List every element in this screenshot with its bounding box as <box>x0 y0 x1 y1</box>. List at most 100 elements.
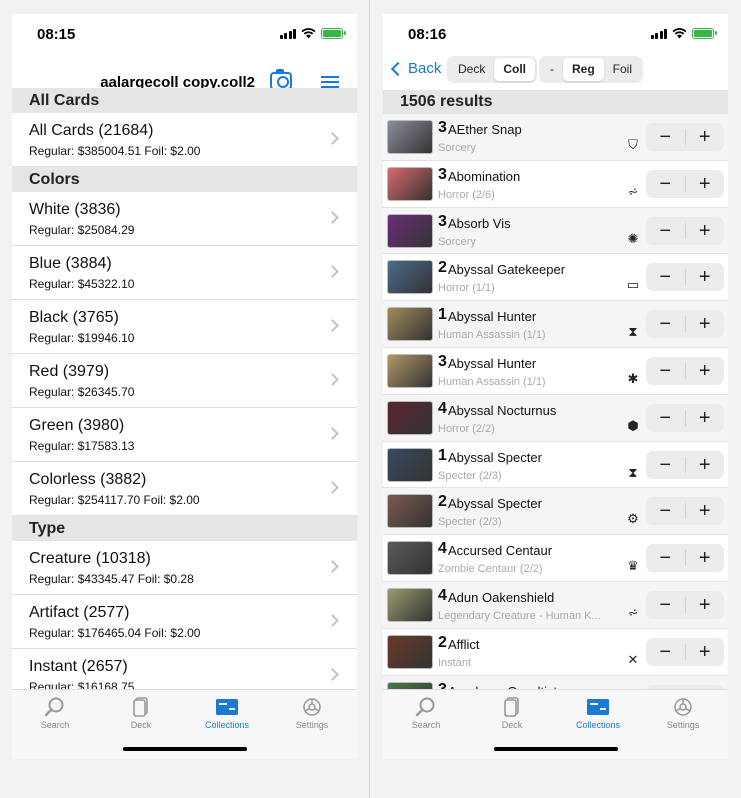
list-item[interactable]: Black (3765) Regular: $19946.10 <box>12 300 357 354</box>
tab-label: Deck <box>501 720 523 730</box>
decrement-button[interactable]: − <box>646 357 685 385</box>
quantity-stepper[interactable]: −+ <box>646 123 724 151</box>
card-row[interactable]: 1 Abyssal Hunter Human Assassin (1/1) ⧗ − + <box>383 301 728 348</box>
list-item[interactable]: Blue (3884) Regular: $45322.10 <box>12 246 357 300</box>
card-row[interactable]: 3 Abomination Horror (2/6) ⩫ − + <box>383 161 728 208</box>
back-button[interactable]: Back <box>390 60 441 77</box>
quantity-stepper[interactable]: −+ <box>646 169 725 198</box>
pillar-set-icon: ⩫ <box>627 183 639 199</box>
tab-label: Search <box>40 720 70 730</box>
quantity-stepper[interactable]: −+ <box>646 544 725 573</box>
home-indicator <box>122 747 247 751</box>
list-item[interactable]: Creature (10318) Regular: $43345.47 Foil:… <box>12 541 357 595</box>
decrement-button[interactable]: − <box>646 404 685 432</box>
battery-icon <box>692 28 717 39</box>
list-item[interactable]: Artifact (2577) Regular: $176465.04 Foil:… <box>12 595 357 649</box>
results-count: 1506 results <box>383 90 728 114</box>
card-row[interactable]: 3 AEther Snap Sorcery ⛉ − + <box>383 114 728 161</box>
increment-button[interactable]: + <box>686 451 725 479</box>
tab-settings[interactable]: Settings <box>648 696 718 730</box>
quantity-stepper[interactable]: −+ <box>646 497 725 526</box>
increment-button[interactable]: + <box>686 123 725 151</box>
chevron-right-icon <box>326 319 339 332</box>
row-price: Regular: $45322.10 <box>29 277 135 291</box>
quantity-stepper[interactable]: −+ <box>646 590 725 619</box>
decrement-button[interactable]: − <box>646 638 685 666</box>
decrement-button[interactable]: − <box>646 217 685 245</box>
quantity-stepper[interactable]: −+ <box>646 216 725 245</box>
decrement-button[interactable]: − <box>646 123 685 151</box>
increment-button[interactable]: + <box>686 638 725 666</box>
card-quantity: 3 <box>438 681 447 689</box>
increment-button[interactable]: + <box>686 217 725 245</box>
decrement-button[interactable]: − <box>646 451 685 479</box>
list-item[interactable]: Colorless (3882) Regular: $254117.70 Foil… <box>12 462 357 516</box>
decrement-button[interactable]: − <box>646 544 685 572</box>
tab-collections[interactable]: Collections <box>563 696 633 730</box>
card-row[interactable]: 4 Adun Oakenshield Legendary Creature - Hu… <box>383 581 728 629</box>
increment-button[interactable]: + <box>686 591 725 619</box>
card-row[interactable]: 3 Abyssal Hunter Human Assassin (1/1) ✱ − + <box>383 348 728 395</box>
increment-button[interactable]: + <box>686 263 725 291</box>
card-thumbnail <box>387 634 433 669</box>
category-list[interactable]: All Cards All Cards (21684) Regular: $3850… <box>12 88 357 703</box>
row-price: Regular: $19946.10 <box>29 331 135 345</box>
status-time: 08:16 <box>408 26 447 43</box>
increment-button[interactable]: + <box>686 357 725 385</box>
increment-button[interactable]: + <box>686 404 725 432</box>
card-row[interactable]: 1 Abyssal Specter Specter (2/3) ⧗ − + <box>383 442 728 489</box>
increment-button[interactable]: + <box>686 310 725 338</box>
tab-collections[interactable]: Collections <box>192 696 262 730</box>
increment-button[interactable]: + <box>686 497 725 525</box>
tab-search[interactable]: Search <box>391 696 461 730</box>
gear-set-icon: ⚙ <box>627 511 639 527</box>
segment-none[interactable]: - <box>541 58 563 81</box>
card-type: Specter (2/3) <box>438 516 502 529</box>
card-row[interactable]: 2 Abyssal Gatekeeper Horror (1/1) ▭ − + <box>383 254 728 302</box>
row-title: Blue (3884) <box>29 255 112 272</box>
menu-icon[interactable] <box>321 76 339 88</box>
tab-deck[interactable]: Deck <box>477 696 547 730</box>
card-row[interactable]: 2 Afflict Instant ✕ − + <box>383 629 728 676</box>
list-item[interactable]: White (3836) Regular: $25084.29 <box>12 192 357 246</box>
decrement-button[interactable]: − <box>646 170 685 198</box>
list-item[interactable]: All Cards (21684) Regular: $385004.51 Foi… <box>12 113 357 167</box>
card-list[interactable]: 3 AEther Snap Sorcery ⛉ − +3 Abomination Horror… <box>383 114 728 689</box>
card-name: Abyssal Hunter <box>448 309 537 325</box>
quantity-stepper[interactable]: −+ <box>646 310 725 339</box>
segment-coll[interactable]: Coll <box>494 58 536 81</box>
chevron-right-icon <box>326 373 339 386</box>
crown-set-icon: ♛ <box>627 558 639 574</box>
list-item[interactable]: Green (3980) Regular: $17583.13 <box>12 408 357 462</box>
tab-deck[interactable]: Deck <box>106 696 176 730</box>
card-row[interactable]: 3Agadeem Occultist−+ <box>383 675 728 689</box>
view-segmented-control[interactable]: Deck Coll <box>447 56 538 83</box>
segment-foil[interactable]: Foil <box>604 58 641 81</box>
quantity-stepper[interactable]: −+ <box>646 263 725 292</box>
decrement-button[interactable]: − <box>646 497 685 525</box>
segment-reg[interactable]: Reg <box>563 58 604 81</box>
card-name: Abyssal Nocturnus <box>448 402 557 418</box>
pillar-set-icon: ⩫ <box>627 604 639 620</box>
quantity-stepper[interactable]: −+ <box>646 403 725 432</box>
card-row[interactable]: 2 Abyssal Specter Specter (2/3) ⚙ − + <box>383 488 728 536</box>
card-row[interactable]: 4 Accursed Centaur Zombie Centaur (2/2) ♛ − + <box>383 535 728 582</box>
quantity-stepper[interactable]: −+ <box>646 450 725 479</box>
card-row[interactable]: 3 Absorb Vis Sorcery ✺ − + <box>383 207 728 255</box>
decrement-button[interactable]: − <box>646 263 685 291</box>
list-item[interactable]: Red (3979) Regular: $26345.70 <box>12 354 357 408</box>
tab-settings[interactable]: Settings <box>277 696 347 730</box>
quantity-stepper[interactable]: −+ <box>646 356 725 385</box>
row-title: White (3836) <box>29 201 121 218</box>
quantity-stepper[interactable]: −+ <box>646 637 725 666</box>
nav-bar: Back Deck Coll - Reg Foil <box>383 54 728 90</box>
card-row[interactable]: 4 Abyssal Nocturnus Horror (2/2) ⬢ − + <box>383 394 728 442</box>
segment-deck[interactable]: Deck <box>449 58 494 81</box>
increment-button[interactable]: + <box>686 544 725 572</box>
increment-button[interactable]: + <box>686 170 725 198</box>
price-segmented-control[interactable]: - Reg Foil <box>539 56 644 83</box>
tab-search[interactable]: Search <box>20 696 90 730</box>
status-bar: 08:16 <box>383 14 728 56</box>
decrement-button[interactable]: − <box>646 591 685 619</box>
decrement-button[interactable]: − <box>646 310 685 338</box>
